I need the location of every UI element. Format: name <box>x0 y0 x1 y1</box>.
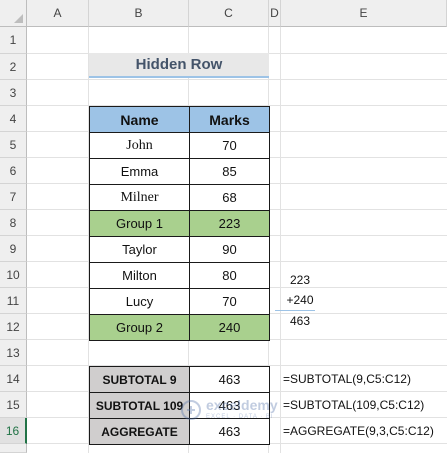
row-4-label: 4 <box>9 111 17 126</box>
row-8-label: 8 <box>9 215 17 230</box>
row-header-14[interactable]: 14 <box>0 366 27 392</box>
column-a-label: A <box>53 6 62 20</box>
result-label[interactable]: SUBTOTAL 109 <box>89 392 190 419</box>
group-name-cell[interactable]: Group 1 <box>89 210 190 237</box>
row-header-12[interactable]: 12 <box>0 314 27 340</box>
column-header-d[interactable]: D <box>269 0 281 27</box>
result-value[interactable]: 463 <box>189 392 270 419</box>
table-header-name[interactable]: Name <box>89 106 190 133</box>
row-header-7[interactable]: 7 <box>0 184 27 210</box>
row-header-11[interactable]: 11 <box>0 288 27 314</box>
name-cell[interactable]: Milner <box>89 184 190 211</box>
marks-cell[interactable]: 68 <box>189 184 270 211</box>
column-c-label: C <box>224 6 233 20</box>
result-formula[interactable]: =SUBTOTAL(109,C5:C12) <box>283 398 424 412</box>
name-cell[interactable]: Milton <box>89 262 190 289</box>
calc-value-a[interactable]: 223 <box>281 273 319 287</box>
result-value[interactable]: 463 <box>189 418 270 445</box>
column-header-a[interactable]: A <box>27 0 89 27</box>
row-13-label: 13 <box>6 345 20 360</box>
marks-cell[interactable]: 70 <box>189 132 270 159</box>
result-label[interactable]: SUBTOTAL 9 <box>89 366 190 393</box>
row-header-3[interactable]: 3 <box>0 80 27 106</box>
column-e-label: E <box>359 6 368 20</box>
row-7-label: 7 <box>9 189 17 204</box>
row-header-8[interactable]: 8 <box>0 210 27 236</box>
result-formula[interactable]: =AGGREGATE(9,3,C5:C12) <box>283 424 434 438</box>
marks-cell[interactable]: 70 <box>189 288 270 315</box>
row-16-label: 16 <box>5 423 20 438</box>
row-10-label: 10 <box>6 267 20 282</box>
row-header-9[interactable]: 9 <box>0 236 27 262</box>
calc-underline <box>275 310 315 311</box>
row-9-label: 9 <box>9 241 17 256</box>
row-14-label: 14 <box>6 371 20 386</box>
column-b-label: B <box>134 6 143 20</box>
row-12-label: 12 <box>6 319 20 334</box>
row-11-label: 11 <box>6 293 20 308</box>
row-3-label: 3 <box>9 85 17 100</box>
gridline <box>280 27 281 453</box>
row-header-6[interactable]: 6 <box>0 158 27 184</box>
name-cell[interactable]: John <box>89 132 190 159</box>
group-name-cell[interactable]: Group 2 <box>89 314 190 341</box>
row-header-16[interactable]: 16 <box>0 418 27 444</box>
name-cell[interactable]: Emma <box>89 158 190 185</box>
row-header-4[interactable]: 4 <box>0 106 27 132</box>
row-header-17[interactable] <box>0 444 27 453</box>
row-header-15[interactable]: 15 <box>0 392 27 418</box>
marks-cell[interactable]: 80 <box>189 262 270 289</box>
name-cell[interactable]: Lucy <box>89 288 190 315</box>
column-d-label: D <box>270 6 279 20</box>
calc-value-b[interactable]: +240 <box>281 293 319 307</box>
select-all-corner[interactable] <box>0 0 27 27</box>
row-header-1[interactable]: 1 <box>0 27 27 54</box>
result-label[interactable]: AGGREGATE <box>89 418 190 445</box>
group-marks-cell[interactable]: 223 <box>189 210 270 237</box>
row-15-label: 15 <box>6 397 20 412</box>
marks-cell[interactable]: 90 <box>189 236 270 263</box>
calc-sum[interactable]: 463 <box>281 314 319 328</box>
row-5-label: 5 <box>9 137 17 152</box>
row-header-10[interactable]: 10 <box>0 262 27 288</box>
column-header-e[interactable]: E <box>281 0 447 27</box>
name-cell[interactable]: Taylor <box>89 236 190 263</box>
marks-cell[interactable]: 85 <box>189 158 270 185</box>
table-header-marks[interactable]: Marks <box>189 106 270 133</box>
group-marks-cell[interactable]: 240 <box>189 314 270 341</box>
row-6-label: 6 <box>9 163 17 178</box>
row-2-label: 2 <box>9 59 17 74</box>
column-header-c[interactable]: C <box>189 0 269 27</box>
row-header-5[interactable]: 5 <box>0 132 27 158</box>
result-formula[interactable]: =SUBTOTAL(9,C5:C12) <box>283 372 411 386</box>
result-value[interactable]: 463 <box>189 366 270 393</box>
row-1-label: 1 <box>9 33 17 47</box>
gridline <box>27 79 447 80</box>
row-header-13[interactable]: 13 <box>0 340 27 366</box>
column-header-b[interactable]: B <box>89 0 189 27</box>
sheet-title[interactable]: Hidden Row <box>89 53 269 78</box>
row-header-2[interactable]: 2 <box>0 54 27 80</box>
spreadsheet: A B C D E 1 2 3 4 5 6 7 8 9 10 11 12 13 … <box>0 0 447 453</box>
